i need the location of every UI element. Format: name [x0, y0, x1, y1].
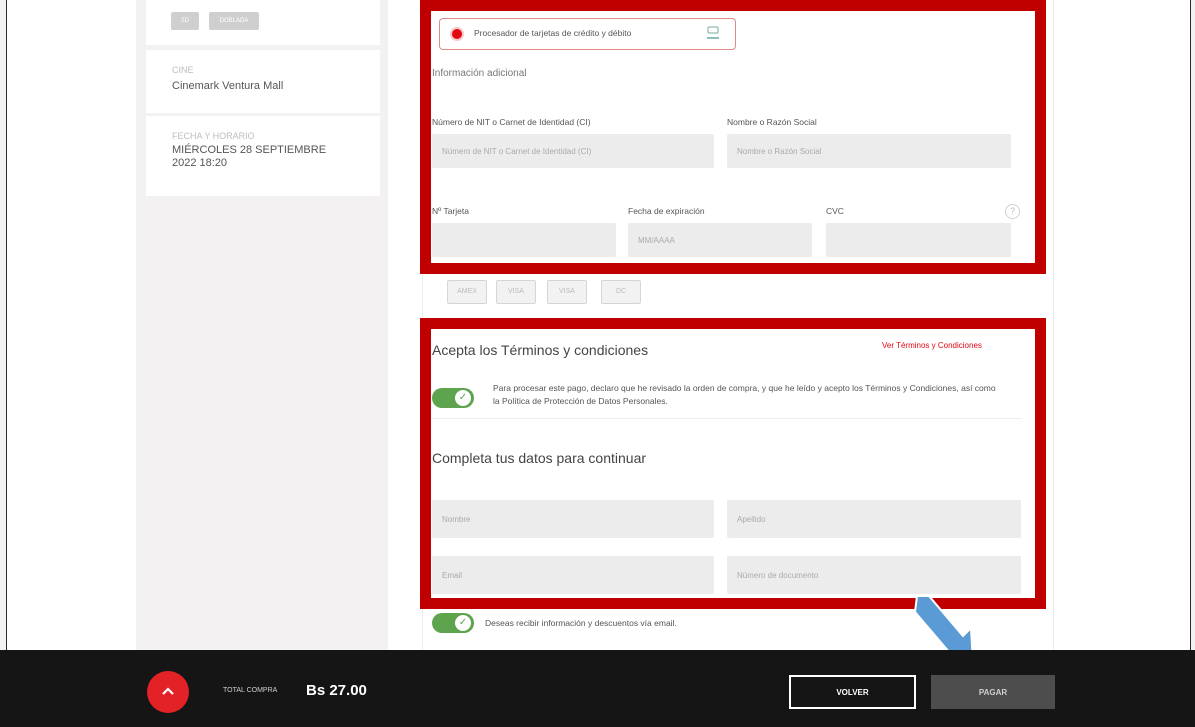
date-value-line1: MIÉRCOLES 28 SEPTIEMBRE: [172, 144, 327, 156]
total-label: TOTAL COMPRA: [223, 687, 278, 694]
cinema-value: Cinemark Ventura Mall: [172, 80, 284, 92]
check-icon: ✓: [455, 615, 471, 631]
purchase-summary-panel: 2D DOBLADA CINE Cinemark Ventura Mall FE…: [136, 0, 388, 650]
processor-logo-icon: [705, 25, 721, 43]
terms-heading: Acepta los Términos y condiciones: [432, 342, 649, 358]
nit-input[interactable]: [432, 134, 714, 168]
view-terms-link[interactable]: Ver Términos y Condiciones: [882, 341, 982, 350]
payment-form-panel: [422, 0, 1054, 650]
visa-logo-icon: VISA: [496, 280, 536, 304]
first-name-input[interactable]: [432, 500, 714, 538]
card-number-input[interactable]: [432, 223, 616, 257]
frame-border-left: [6, 0, 7, 650]
section-divider: [432, 418, 1022, 419]
amex-logo-icon: AMEX: [447, 280, 487, 304]
payment-option-label: Procesador de tarjetas de crédito y débi…: [474, 28, 632, 38]
expiry-input[interactable]: [628, 223, 812, 257]
check-icon: ✓: [455, 390, 471, 406]
last-name-input[interactable]: [727, 500, 1021, 538]
email-input[interactable]: [432, 556, 714, 594]
date-label: FECHA Y HORARIO: [172, 131, 255, 141]
card-number-label: Nº Tarjeta: [432, 206, 469, 216]
radio-selected-icon[interactable]: [452, 29, 462, 39]
contact-heading: Completa tus datos para continuar: [432, 450, 647, 466]
frame-border-right: [1190, 0, 1191, 650]
format-card: 2D DOBLADA: [146, 0, 380, 45]
expand-summary-button[interactable]: [147, 671, 189, 713]
visa-electron-logo-icon: VISA: [547, 280, 587, 304]
pay-button[interactable]: PAGAR: [931, 675, 1055, 709]
business-name-label: Nombre o Razón Social: [727, 117, 817, 127]
nit-label: Número de NIT o Carnet de Identidad (CI): [432, 117, 591, 127]
language-chip: DOBLADA: [209, 12, 259, 30]
cvc-input[interactable]: [826, 223, 1011, 257]
diners-logo-icon: DC: [601, 280, 641, 304]
help-icon[interactable]: ?: [1005, 204, 1020, 219]
cinema-card: CINE Cinemark Ventura Mall: [146, 50, 380, 113]
accept-terms-toggle[interactable]: ✓: [432, 388, 474, 408]
date-card: FECHA Y HORARIO MIÉRCOLES 28 SEPTIEMBRE …: [146, 116, 380, 196]
cinema-label: CINE: [172, 65, 194, 75]
newsletter-toggle[interactable]: ✓: [432, 613, 474, 633]
back-button[interactable]: VOLVER: [789, 675, 916, 709]
cvc-label: CVC: [826, 206, 844, 216]
newsletter-label: Deseas recibir información y descuentos …: [485, 618, 677, 628]
chevron-up-icon: [162, 687, 174, 695]
date-value-line2: 2022 18:20: [172, 157, 228, 169]
terms-text: Para procesar este pago, declaro que he …: [493, 383, 996, 406]
expiry-label: Fecha de expiración: [628, 206, 705, 216]
business-name-input[interactable]: [727, 134, 1011, 168]
format-chip: 2D: [171, 12, 199, 30]
total-value: Bs 27.00: [306, 682, 367, 699]
document-number-input[interactable]: [727, 556, 1021, 594]
additional-info-title: Información adicional: [432, 68, 527, 79]
payment-option-card-processor[interactable]: Procesador de tarjetas de crédito y débi…: [439, 18, 736, 50]
